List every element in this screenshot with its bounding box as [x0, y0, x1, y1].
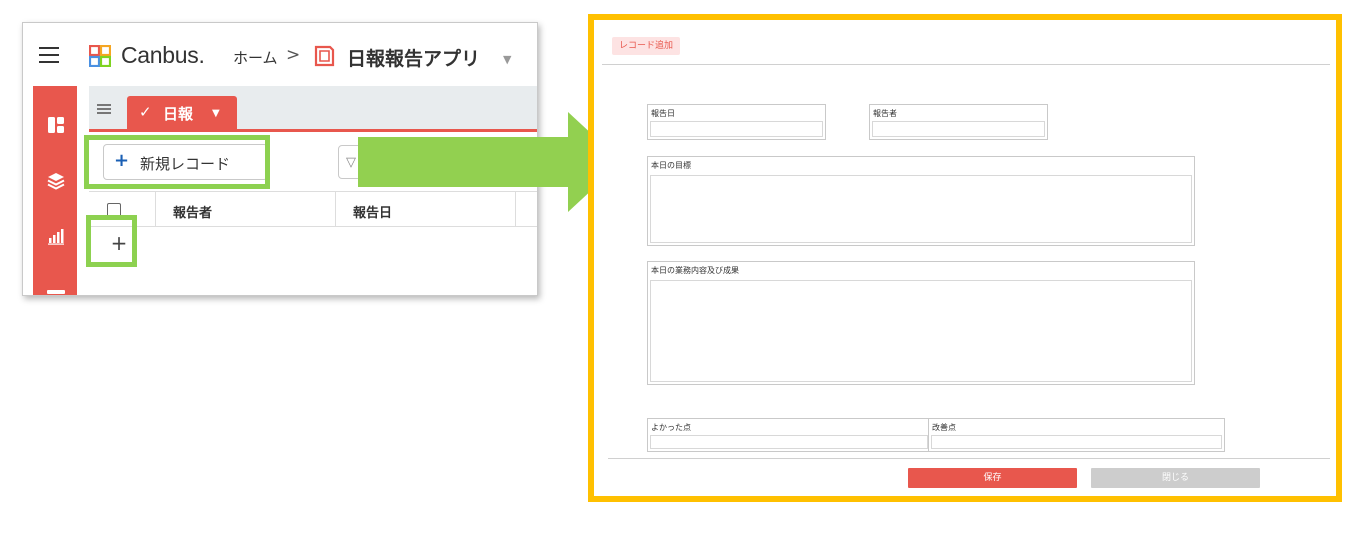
divider [608, 458, 1330, 459]
tab-label: 日報 [163, 105, 194, 123]
field-label: 改善点 [932, 423, 956, 432]
improvements-textarea[interactable] [931, 435, 1222, 449]
chevron-down-icon[interactable]: ▼ [212, 108, 220, 119]
tab-daily-report[interactable]: ✓ 日報 ▼ [127, 96, 237, 129]
chart-icon[interactable] [47, 227, 65, 245]
column-header-reporter[interactable]: 報告者 [173, 202, 212, 221]
app-icon [314, 45, 335, 67]
column-divider [155, 192, 156, 226]
canbus-logo-icon [89, 45, 111, 67]
sidebar [33, 86, 77, 295]
highlight-add-row [86, 215, 137, 267]
check-icon: ✓ [139, 103, 152, 121]
reporter-input[interactable] [872, 121, 1045, 137]
todays-goal-textarea[interactable] [650, 175, 1192, 243]
list-view-icon[interactable] [97, 104, 111, 116]
breadcrumb-separator: > [286, 45, 301, 65]
divider [602, 64, 1330, 65]
filter-icon: ▽ [346, 155, 356, 170]
reporter-field: 報告者 [869, 104, 1048, 140]
close-button[interactable]: 閉じる [1091, 468, 1260, 488]
save-button[interactable]: 保存 [908, 468, 1077, 488]
arrow-right-icon [358, 112, 622, 212]
app-title[interactable]: 日報報告アプリ [347, 44, 480, 71]
field-label: 本日の目標 [651, 161, 691, 170]
improvements-field: 改善点 [928, 418, 1225, 452]
work-results-field: 本日の業務内容及び成果 [647, 261, 1195, 385]
layers-icon[interactable] [47, 172, 65, 190]
hamburger-icon[interactable] [39, 47, 59, 63]
top-bar: Canbus. ホーム > 日報報告アプリ ▼ [23, 23, 537, 86]
good-points-textarea[interactable] [650, 435, 928, 449]
work-results-textarea[interactable] [650, 280, 1192, 382]
chevron-down-icon[interactable]: ▼ [503, 53, 511, 66]
field-label: 報告日 [651, 109, 675, 118]
field-label: よかった点 [651, 423, 691, 432]
breadcrumb-home[interactable]: ホーム [233, 47, 278, 68]
field-label: 本日の業務内容及び成果 [651, 266, 739, 275]
dashboard-icon[interactable] [47, 116, 65, 134]
report-date-input[interactable] [650, 121, 823, 137]
field-label: 報告者 [873, 109, 897, 118]
highlight-new-record [84, 135, 270, 189]
sidebar-more-icon[interactable] [47, 290, 65, 294]
todays-goal-field: 本日の目標 [647, 156, 1195, 246]
good-points-field: よかった点 [647, 418, 931, 452]
brand-name: Canbus. [121, 42, 205, 68]
dialog-title: レコード追加 [612, 37, 681, 55]
add-record-dialog: レコード追加 報告日 報告者 本日の目標 本日の業務内容及び成果 よかった点 改… [588, 14, 1342, 502]
column-divider [335, 192, 336, 226]
report-date-field: 報告日 [647, 104, 826, 140]
